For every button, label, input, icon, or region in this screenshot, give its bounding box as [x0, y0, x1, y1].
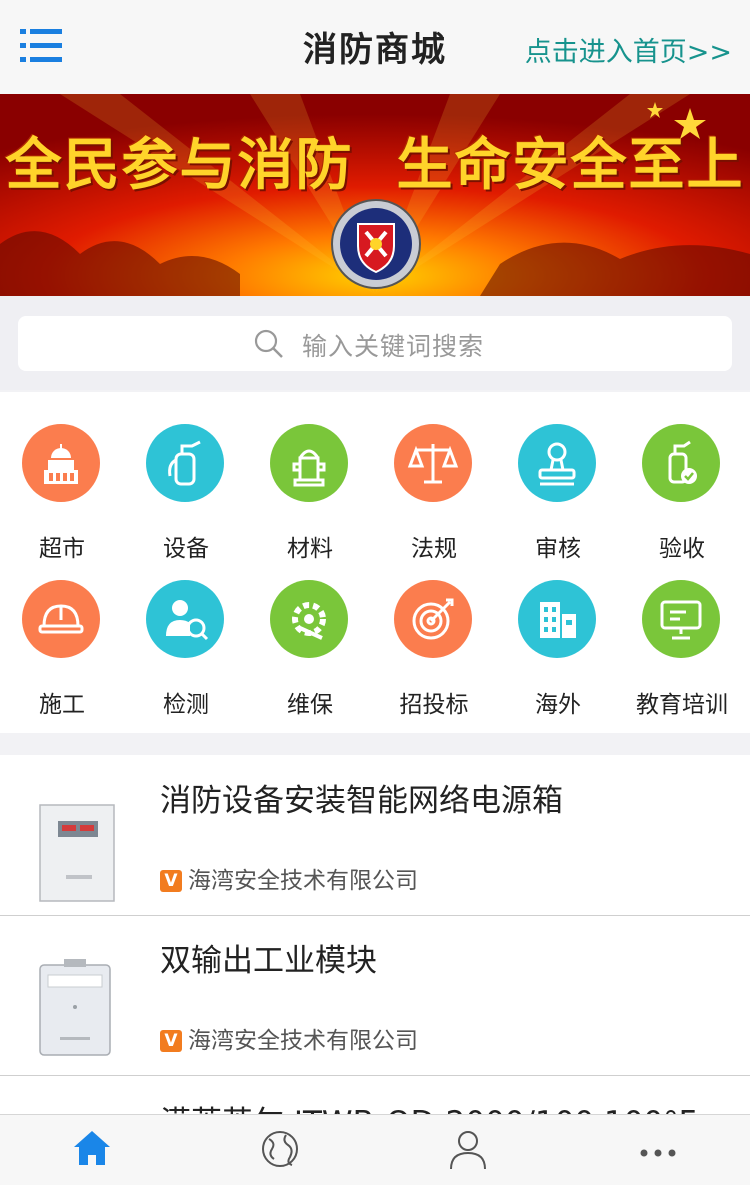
- product-list: 消防设备安装智能网络电源箱 V 海湾安全技术有限公司 双输出工业模块 V 海湾安全技…: [0, 755, 750, 1115]
- inspector-icon: [146, 580, 224, 658]
- category-construction[interactable]: 施工: [0, 580, 124, 730]
- stamp-icon: [518, 424, 596, 502]
- tab-home[interactable]: [42, 1115, 142, 1185]
- product-title: 双输出工业模块: [160, 943, 377, 979]
- category-label: 设备: [163, 536, 209, 562]
- header-bar: 消防商城 点击进入首页>>: [0, 0, 750, 94]
- banner-slogan: 全民参与消防 生命安全至上: [5, 132, 745, 198]
- category-label: 施工: [39, 692, 85, 718]
- category-label: 材料: [287, 536, 333, 562]
- product-image: [28, 955, 128, 1067]
- globe-icon: [262, 1131, 298, 1167]
- category-label: 检测: [163, 692, 209, 718]
- city-icon: [518, 580, 596, 658]
- list-item[interactable]: 满莱英尔 JTWB-QD-2000/100 100°F: [0, 1075, 750, 1115]
- product-image: [28, 793, 128, 905]
- category-audit[interactable]: 审核: [496, 424, 620, 574]
- verified-badge-icon: V: [160, 870, 182, 892]
- category-training[interactable]: 教育培训: [620, 580, 744, 730]
- category-label: 海外: [535, 692, 581, 718]
- tab-bar: [0, 1114, 750, 1185]
- verified-badge-icon: V: [160, 1030, 182, 1052]
- category-regulations[interactable]: 法规: [372, 424, 496, 574]
- fire-emblem: [330, 198, 422, 290]
- hydrant-icon: [270, 424, 348, 502]
- category-label: 招投标: [399, 692, 469, 718]
- category-maintenance[interactable]: 维保: [248, 580, 372, 730]
- category-label: 教育培训: [636, 692, 728, 718]
- category-label: 验收: [659, 536, 705, 562]
- tab-more[interactable]: [608, 1115, 708, 1185]
- building-icon: [22, 424, 100, 502]
- search-area: 输入关键词搜索: [0, 296, 750, 390]
- category-materials[interactable]: 材料: [248, 424, 372, 574]
- company-name: V 海湾安全技术有限公司: [160, 1021, 418, 1055]
- banner[interactable]: 全民参与消防 生命安全至上: [0, 94, 750, 296]
- search-placeholder: 输入关键词搜索: [302, 332, 485, 361]
- product-title: 满莱英尔 JTWB-QD-2000/100 100°F: [160, 1097, 697, 1115]
- category-label: 维保: [287, 692, 333, 718]
- category-bidding[interactable]: 招投标: [372, 580, 496, 730]
- home-link[interactable]: 点击进入首页>>: [525, 30, 732, 69]
- category-label: 法规: [411, 536, 457, 562]
- category-inspection[interactable]: 检测: [124, 580, 248, 730]
- category-supermarket[interactable]: 超市: [0, 424, 124, 574]
- tab-profile[interactable]: [418, 1115, 518, 1185]
- list-item[interactable]: 消防设备安装智能网络电源箱 V 海湾安全技术有限公司: [0, 755, 750, 916]
- list-item[interactable]: 双输出工业模块 V 海湾安全技术有限公司: [0, 915, 750, 1076]
- tab-discover[interactable]: [230, 1115, 330, 1185]
- category-label: 超市: [39, 536, 85, 562]
- search-icon: [254, 329, 284, 359]
- extinguisher-check-icon: [642, 424, 720, 502]
- scales-icon: [394, 424, 472, 502]
- target-icon: [394, 580, 472, 658]
- menu-icon[interactable]: [20, 27, 64, 65]
- gear-wrench-icon: [270, 580, 348, 658]
- category-label: 审核: [535, 536, 581, 562]
- category-overseas[interactable]: 海外: [496, 580, 620, 730]
- home-icon: [74, 1131, 110, 1165]
- company-name: V 海湾安全技术有限公司: [160, 861, 418, 895]
- category-equipment[interactable]: 设备: [124, 424, 248, 574]
- product-title: 消防设备安装智能网络电源箱: [160, 783, 563, 819]
- search-input[interactable]: 输入关键词搜索: [18, 316, 732, 371]
- category-grid: 超市 设备 材料 法规 审核 验收 施工 检测 维保 招投标 海外 教育培训: [0, 392, 750, 733]
- extinguisher-icon: [146, 424, 224, 502]
- helmet-icon: [22, 580, 100, 658]
- category-acceptance[interactable]: 验收: [620, 424, 744, 574]
- presentation-icon: [642, 580, 720, 658]
- more-icon: [640, 1149, 676, 1157]
- user-icon: [450, 1131, 486, 1170]
